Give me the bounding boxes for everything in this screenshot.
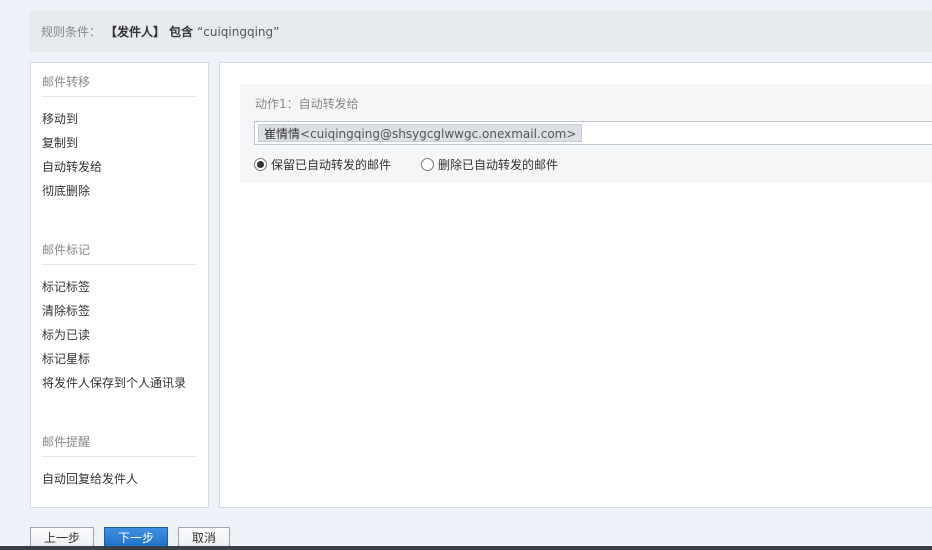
sidebar-item-auto-forward[interactable]: 自动转发给 xyxy=(42,155,197,179)
option-delete-label: 删除已自动转发的邮件 xyxy=(438,158,559,172)
sidebar-group-title: 邮件标记 xyxy=(42,235,197,265)
option-keep-forwarded[interactable]: 保留已自动转发的邮件 xyxy=(254,156,391,173)
bottom-strip xyxy=(0,546,932,550)
action-box: 动作1：自动转发给 崔情情<cuiqingqing@shsygcglwwgc.o… xyxy=(240,84,932,183)
sidebar-group-mark: 邮件标记 标记标签 清除标签 标为已读 标记星标 将发件人保存到个人通讯录 xyxy=(42,235,197,395)
sidebar-item-move-to[interactable]: 移动到 xyxy=(42,107,197,131)
action-title: 动作1：自动转发给 xyxy=(255,97,359,111)
sidebar-item-delete-permanently[interactable]: 彻底删除 xyxy=(42,179,197,203)
recipient-token[interactable]: 崔情情<cuiqingqing@shsygcglwwgc.onexmail.co… xyxy=(258,124,583,142)
recipient-name: 崔情情 xyxy=(264,127,301,141)
recipient-email: <cuiqingqing@shsygcglwwgc.onexmail.com> xyxy=(300,127,577,141)
option-delete-forwarded[interactable]: 删除已自动转发的邮件 xyxy=(421,156,558,173)
sidebar-item-clear-label[interactable]: 清除标签 xyxy=(42,299,197,323)
option-keep-label: 保留已自动转发的邮件 xyxy=(271,158,392,172)
rule-operator: 包含 xyxy=(169,25,194,39)
page: 规则条件： 【发件人】 包含 “cuiqingqing” 邮件转移 移动到 复制… xyxy=(0,0,932,550)
sidebar-group-title: 邮件提醒 xyxy=(42,427,197,457)
sidebar-item-mark-label[interactable]: 标记标签 xyxy=(42,275,197,299)
sidebar-item-copy-to[interactable]: 复制到 xyxy=(42,131,197,155)
sidebar-item-save-sender-contacts[interactable]: 将发件人保存到个人通讯录 xyxy=(42,371,197,395)
sidebar-group-transfer: 邮件转移 移动到 复制到 自动转发给 彻底删除 xyxy=(42,67,197,203)
radio-keep-forwarded[interactable] xyxy=(254,158,267,171)
rule-value: “cuiqingqing” xyxy=(197,24,280,39)
rule-condition-bar: 规则条件： 【发件人】 包含 “cuiqingqing” xyxy=(30,11,932,52)
sidebar-item-mark-star[interactable]: 标记星标 xyxy=(42,347,197,371)
sidebar-item-mark-read[interactable]: 标为已读 xyxy=(42,323,197,347)
recipient-input[interactable]: 崔情情<cuiqingqing@shsygcglwwgc.onexmail.co… xyxy=(254,121,932,145)
sidebar-group-remind: 邮件提醒 自动回复给发件人 xyxy=(42,427,197,491)
forward-options: 保留已自动转发的邮件 删除已自动转发的邮件 xyxy=(254,156,588,173)
radio-delete-forwarded[interactable] xyxy=(421,158,435,171)
sidebar-group-title: 邮件转移 xyxy=(42,67,197,97)
action-sidebar: 邮件转移 移动到 复制到 自动转发给 彻底删除 邮件标记 标记标签 清除标签 标… xyxy=(30,62,209,508)
rule-condition-label: 规则条件： xyxy=(41,25,102,39)
sidebar-item-auto-reply-sender[interactable]: 自动回复给发件人 xyxy=(42,467,197,491)
rule-field: 【发件人】 xyxy=(105,25,166,39)
action-panel: 动作1：自动转发给 崔情情<cuiqingqing@shsygcglwwgc.o… xyxy=(219,62,932,508)
